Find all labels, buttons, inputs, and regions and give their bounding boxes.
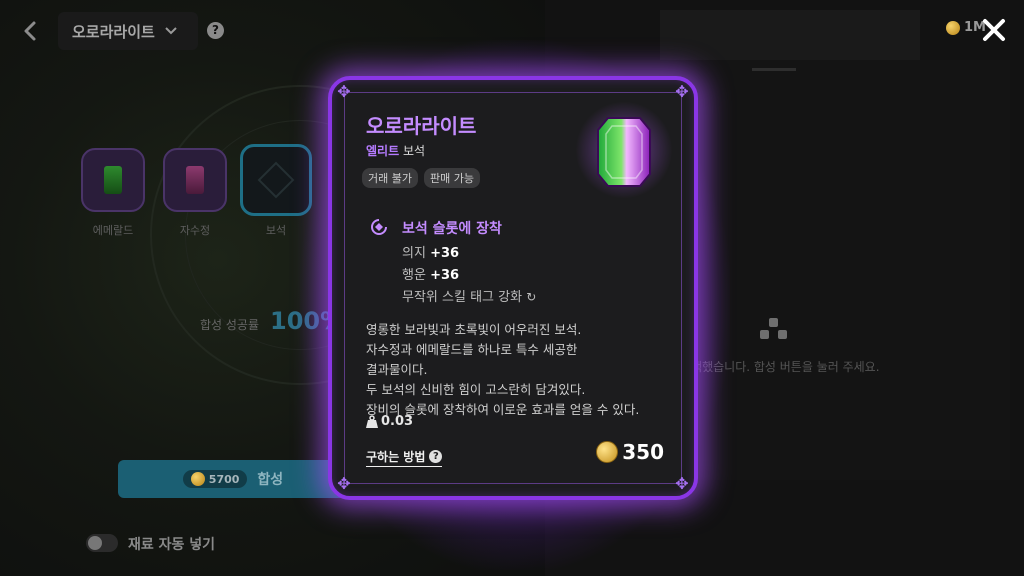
synthesis-cost-value: 5700 bbox=[208, 472, 240, 486]
auto-fill-toggle[interactable] bbox=[86, 534, 118, 552]
item-description: 영롱한 보라빛과 초록빛이 어우러진 보석. 자수정과 에메랄드를 하나로 특수… bbox=[366, 320, 676, 420]
gold-coin-icon bbox=[596, 441, 619, 463]
toggle-knob bbox=[88, 536, 102, 550]
auto-fill-label: 재료 자동 넣기 bbox=[128, 537, 216, 553]
item-grade: 엘리트 보석 bbox=[366, 142, 425, 159]
equip-title: 보석 슬롯에 장착 bbox=[402, 221, 502, 237]
synthesize-label: 합성 bbox=[257, 472, 284, 488]
equip-slot-icon bbox=[371, 219, 387, 235]
description-line: 영롱한 보라빛과 초록빛이 어우러진 보석. bbox=[366, 322, 582, 337]
item-tags: 거래 불가 판매 가능 bbox=[362, 168, 480, 188]
item-grade-tier: 엘리트 bbox=[366, 144, 400, 158]
coin-icon bbox=[946, 20, 960, 35]
close-button[interactable] bbox=[980, 16, 1008, 44]
description-line: 결과물이다. bbox=[366, 362, 428, 377]
coin-icon bbox=[190, 472, 205, 486]
tag-sellable: 판매 가능 bbox=[423, 168, 480, 188]
material-slot-emerald[interactable] bbox=[81, 148, 145, 212]
item-price: 350 bbox=[596, 440, 664, 464]
special-stat: 무작위 스킬 태그 강화 bbox=[402, 290, 523, 305]
item-name: 오로라라이트 bbox=[366, 114, 477, 138]
item-weight: 0.03 bbox=[366, 414, 413, 429]
item-type: 보석 bbox=[402, 144, 426, 158]
weight-icon bbox=[366, 415, 378, 428]
cubes-icon bbox=[758, 318, 790, 344]
corner-ornament-icon: ✥ bbox=[675, 474, 689, 493]
stat-label: 행운 bbox=[402, 268, 426, 283]
stat-value: +36 bbox=[430, 268, 460, 283]
weight-value: 0.03 bbox=[381, 414, 414, 429]
item-tooltip: ✥ ✥ ✥ ✥ 오로라라이트 엘리트 보석 거래 불가 판매 가능 보석 슬롯에… bbox=[328, 76, 698, 500]
corner-ornament-icon: ✥ bbox=[337, 474, 351, 493]
material-slot-amethyst[interactable] bbox=[163, 148, 227, 212]
stat-skill-tag: 무작위 스킬 태그 강화 ↻ bbox=[402, 286, 536, 305]
back-button[interactable] bbox=[18, 18, 44, 44]
tag-untradeable: 거래 불가 bbox=[362, 168, 418, 188]
category-dropdown[interactable]: 오로라라이트 bbox=[58, 12, 198, 50]
emerald-gem-icon bbox=[104, 166, 122, 194]
success-rate-label: 합성 성공률 bbox=[200, 318, 260, 332]
divider bbox=[752, 68, 796, 71]
refresh-icon: ↻ bbox=[526, 290, 537, 304]
synthesis-cost: 5700 bbox=[182, 470, 248, 488]
stat-value: +36 bbox=[430, 246, 460, 261]
corner-ornament-icon: ✥ bbox=[337, 82, 351, 101]
help-icon: ? bbox=[429, 450, 443, 463]
slot-label-amethyst: 자수정 bbox=[179, 224, 211, 237]
help-icon[interactable]: ? bbox=[207, 22, 224, 39]
stat-label: 의지 bbox=[402, 246, 426, 261]
chevron-left-icon bbox=[24, 21, 36, 41]
amethyst-gem-icon bbox=[186, 166, 204, 194]
close-icon bbox=[983, 19, 1005, 41]
price-value: 350 bbox=[622, 440, 664, 464]
how-to-obtain-link[interactable]: 구하는 방법 ? bbox=[366, 448, 443, 467]
chevron-down-icon bbox=[165, 24, 177, 39]
slot-label-emerald: 에메랄드 bbox=[92, 224, 134, 237]
how-to-obtain-label: 구하는 방법 bbox=[366, 450, 426, 464]
description-line: 자수정과 에메랄드를 하나로 특수 세공한 bbox=[366, 342, 578, 357]
stat-luck: 행운 +36 bbox=[402, 264, 459, 283]
description-line: 두 보석의 신비한 힘이 고스란히 담겨있다. bbox=[366, 382, 586, 397]
aurorite-gem-icon bbox=[597, 117, 651, 187]
stat-will: 의지 +36 bbox=[402, 242, 459, 261]
empty-gem-icon bbox=[257, 161, 295, 199]
corner-ornament-icon: ✥ bbox=[675, 82, 689, 101]
dropdown-label: 오로라라이트 bbox=[72, 22, 155, 41]
